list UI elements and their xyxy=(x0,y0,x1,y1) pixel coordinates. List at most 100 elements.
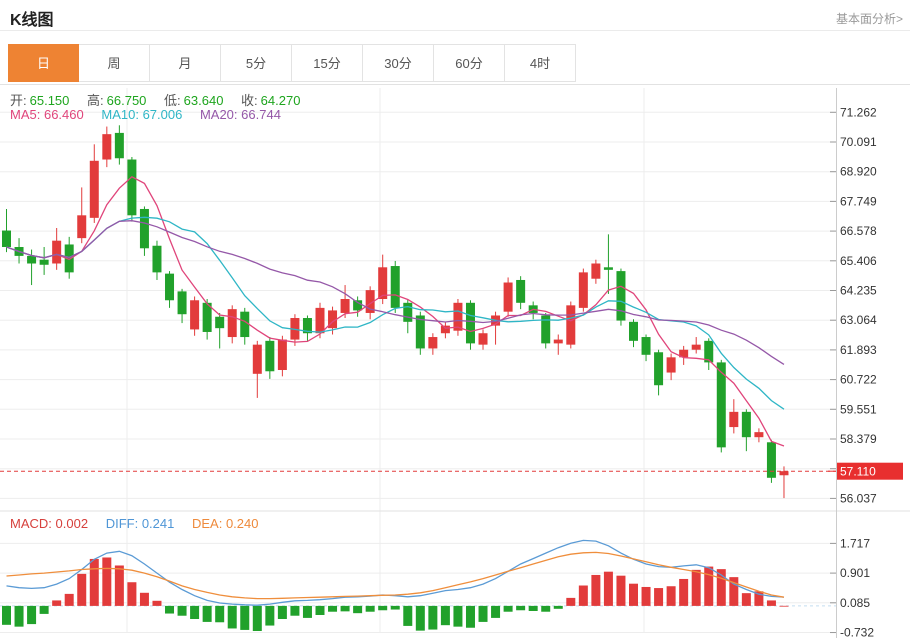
macd-hist-bar xyxy=(654,588,663,606)
macd-hist-bar xyxy=(2,606,11,625)
macd-hist-bar xyxy=(403,606,412,626)
macd-item: MACD: 0.002 xyxy=(10,516,88,531)
macd-hist-bar xyxy=(742,593,751,606)
tab-4hour[interactable]: 4时 xyxy=(505,44,576,82)
page-title: K线图 xyxy=(10,6,54,30)
tab-30min[interactable]: 30分 xyxy=(363,44,434,82)
candle-body xyxy=(466,303,475,344)
macd-hist-bar xyxy=(316,606,325,615)
macd-hist-bar xyxy=(566,598,575,606)
tab-day[interactable]: 日 xyxy=(8,44,79,82)
macd-hist-bar xyxy=(642,587,651,606)
macd-hist-bar xyxy=(491,606,500,618)
close-label: 收: xyxy=(241,93,258,108)
price-axis-label: 71.262 xyxy=(840,105,877,119)
macd-hist-bar xyxy=(554,606,563,609)
price-axis-label: 59.551 xyxy=(840,402,877,416)
price-axis-label: 64.235 xyxy=(840,284,877,298)
candle-body xyxy=(779,471,788,475)
price-axis-label: 58.379 xyxy=(840,432,877,446)
macd-hist-bar xyxy=(779,606,788,607)
ma-legend: MA5: 66.460 MA10: 67.006 MA20: 66.744 xyxy=(10,107,295,122)
macd-hist-bar xyxy=(604,572,613,606)
candle-body xyxy=(27,256,36,264)
candle-body xyxy=(767,442,776,478)
macd-hist-bar xyxy=(479,606,488,622)
tab-60min[interactable]: 60分 xyxy=(434,44,505,82)
fundamental-analysis-link[interactable]: 基本面分析> xyxy=(836,10,903,27)
macd-hist-bar xyxy=(616,576,625,606)
price-axis-label: 66.578 xyxy=(840,224,877,238)
tab-month[interactable]: 月 xyxy=(150,44,221,82)
macd-hist-bar xyxy=(378,606,387,610)
macd-hist-bar xyxy=(27,606,36,624)
diff-item: DIFF: 0.241 xyxy=(106,516,175,531)
macd-hist-bar xyxy=(667,586,676,606)
candle-body xyxy=(428,337,437,348)
macd-hist-bar xyxy=(516,606,525,610)
candle-body xyxy=(579,272,588,308)
candle-body xyxy=(629,322,638,341)
open-label: 开: xyxy=(10,93,27,108)
macd-axis-label: 0.085 xyxy=(840,596,870,610)
macd-hist-bar xyxy=(40,606,49,614)
macd-hist-bar xyxy=(290,606,299,616)
candle-body xyxy=(504,283,513,312)
price-axis-label: 61.893 xyxy=(840,343,877,357)
tab-5min[interactable]: 5分 xyxy=(221,44,292,82)
price-axis-label: 60.722 xyxy=(840,373,877,387)
macd-hist-bar xyxy=(441,606,450,625)
interval-tab-bar: 日 周 月 5分 15分 30分 60分 4时 xyxy=(8,44,576,82)
candle-body xyxy=(391,266,400,308)
macd-hist-bar xyxy=(504,606,513,612)
title-divider xyxy=(0,30,910,31)
candle-body xyxy=(479,333,488,344)
candle-body xyxy=(90,161,99,218)
macd-hist-bar xyxy=(692,570,701,606)
macd-hist-bar xyxy=(115,565,124,605)
macd-hist-bar xyxy=(140,593,149,606)
tab-15min[interactable]: 15分 xyxy=(292,44,363,82)
candle-body xyxy=(40,260,49,265)
price-axis-label: 65.406 xyxy=(840,254,877,268)
macd-hist-bar xyxy=(215,606,224,622)
kline-chart[interactable]: 71.26270.09168.92067.74966.57865.40664.2… xyxy=(0,84,910,641)
close-value: 64.270 xyxy=(261,93,301,108)
macd-hist-bar xyxy=(52,600,61,605)
macd-legend: MACD: 0.002 DIFF: 0.241 DEA: 0.240 xyxy=(10,516,273,531)
price-axis-label: 63.064 xyxy=(840,313,877,327)
price-axis-label: 67.749 xyxy=(840,194,877,208)
low-value: 63.640 xyxy=(184,93,224,108)
macd-hist-bar xyxy=(629,584,638,606)
macd-hist-bar xyxy=(190,606,199,619)
high-value: 66.750 xyxy=(107,93,147,108)
candle-body xyxy=(228,309,237,337)
candle-body xyxy=(729,412,738,427)
ma5-item: MA5: 66.460 xyxy=(10,107,84,122)
candle-body xyxy=(140,209,149,248)
candle-body xyxy=(77,215,86,238)
macd-hist-bar xyxy=(127,582,136,606)
open-value: 65.150 xyxy=(30,93,70,108)
candle-body xyxy=(178,291,187,314)
price-axis-label: 68.920 xyxy=(840,165,877,179)
macd-hist-bar xyxy=(303,606,312,618)
macd-axis-label: 1.717 xyxy=(840,536,870,550)
ma20-item: MA20: 66.744 xyxy=(200,107,281,122)
macd-hist-bar xyxy=(90,559,99,606)
candle-body xyxy=(190,300,199,329)
tab-week[interactable]: 周 xyxy=(79,44,150,82)
macd-hist-bar xyxy=(767,600,776,605)
macd-hist-bar xyxy=(416,606,425,631)
low-label: 低: xyxy=(164,93,181,108)
macd-hist-bar xyxy=(265,606,274,626)
candle-body xyxy=(616,271,625,320)
candle-body xyxy=(278,340,287,370)
candle-body xyxy=(215,317,224,328)
macd-hist-bar xyxy=(466,606,475,628)
ma10-item: MA10: 67.006 xyxy=(101,107,182,122)
macd-hist-bar xyxy=(228,606,237,629)
price-axis-label: 56.037 xyxy=(840,491,877,505)
candle-body xyxy=(240,312,249,337)
candle-body xyxy=(52,241,61,264)
